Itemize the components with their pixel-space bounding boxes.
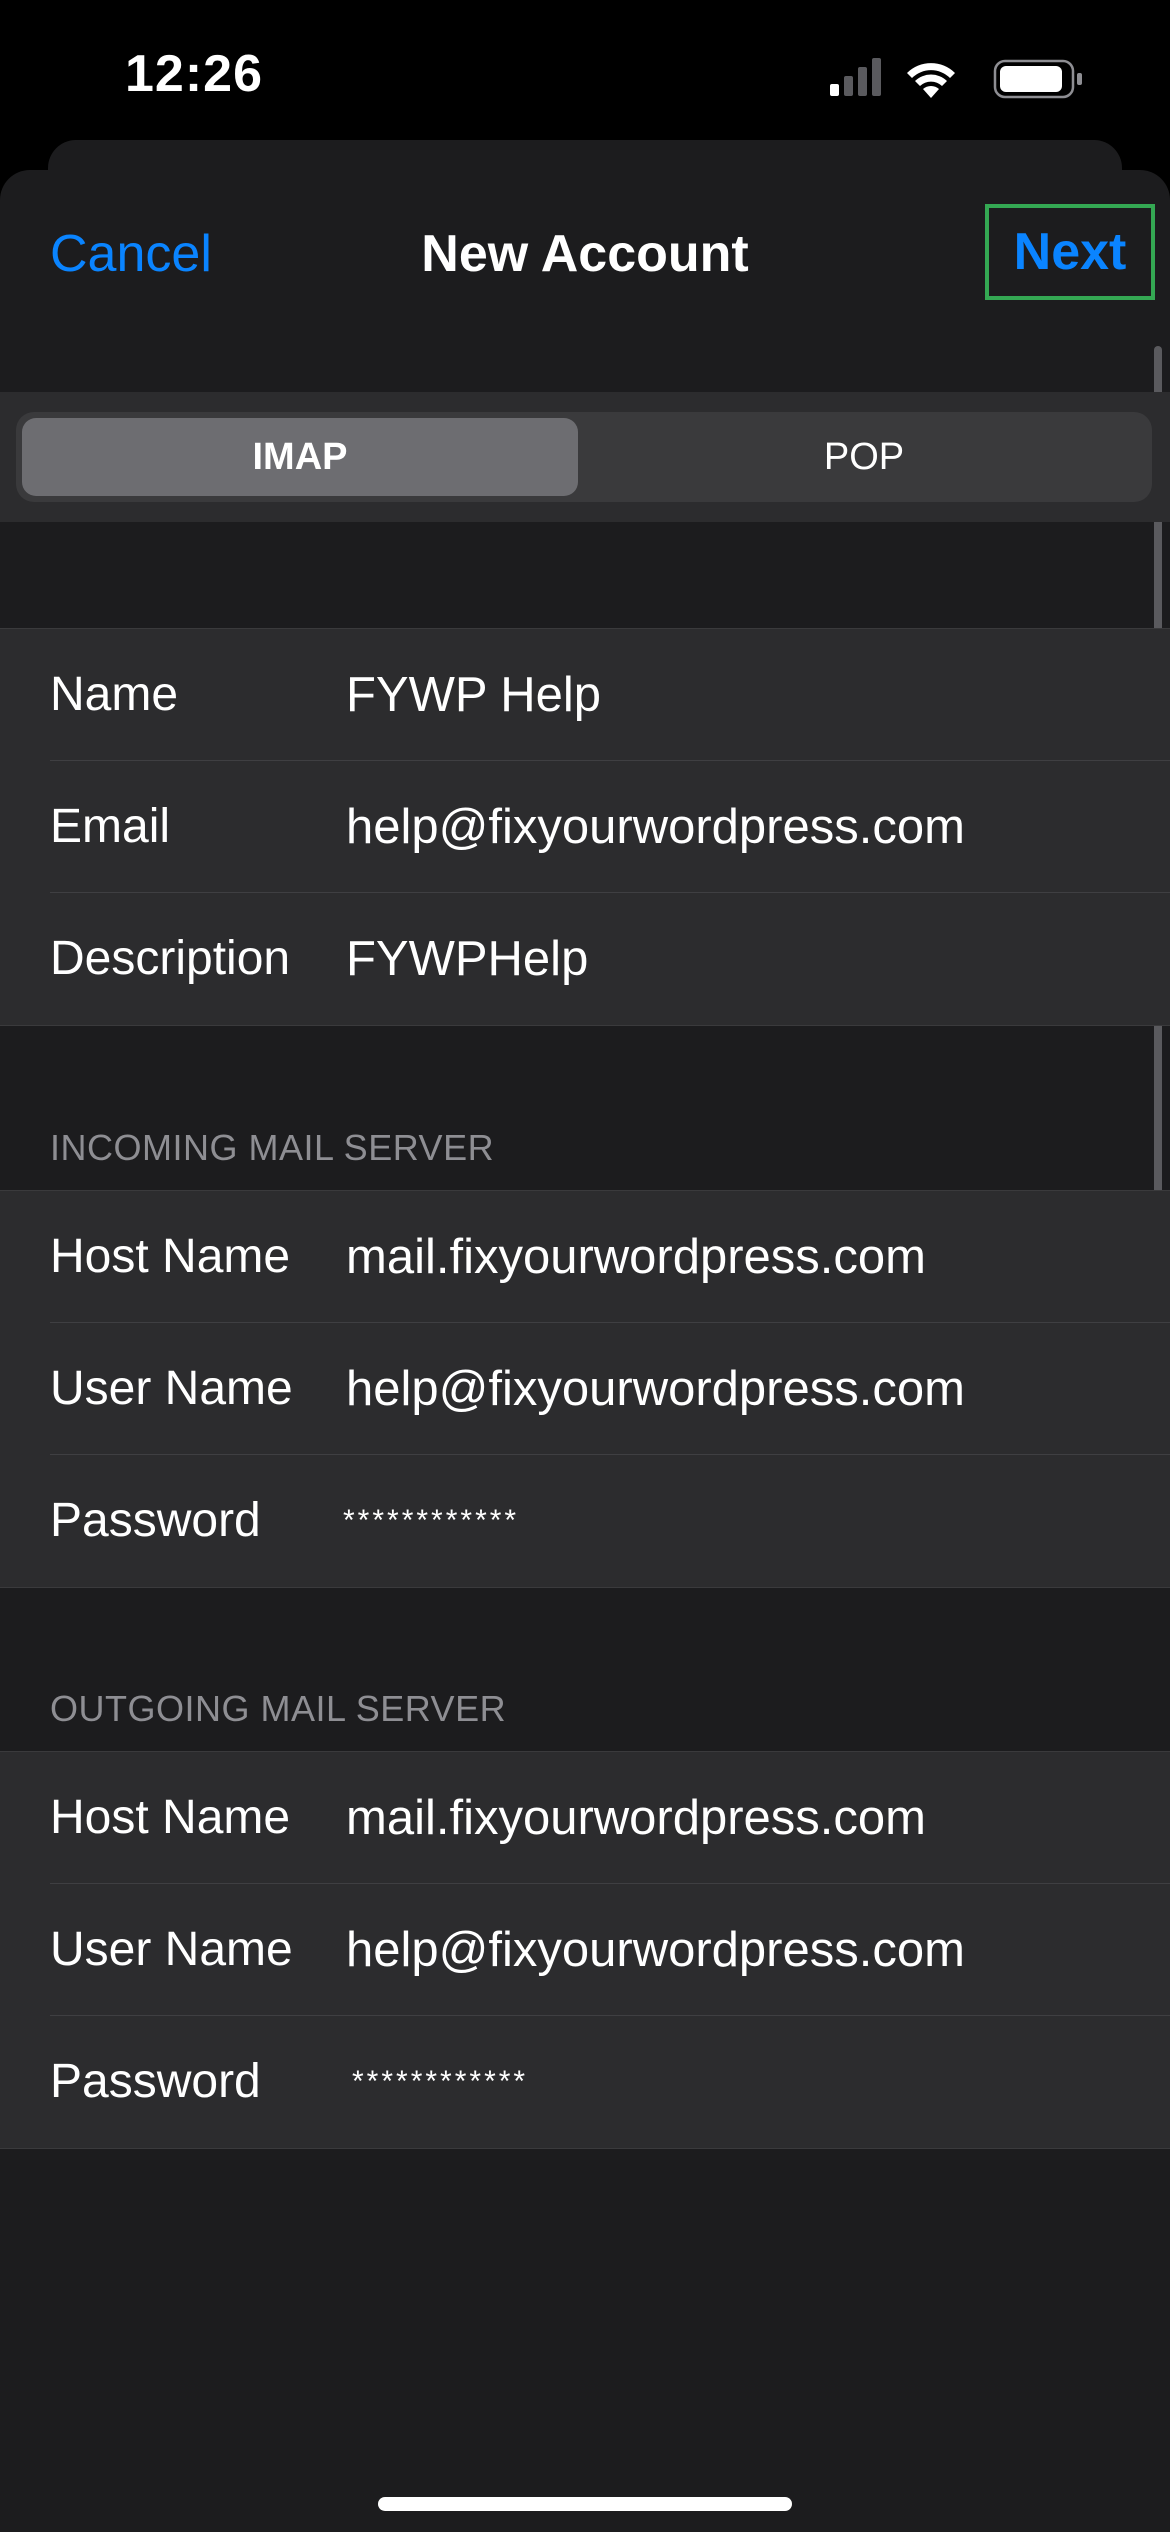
incoming-server-group: Host Name mail.fixyourwordpress.com User… bbox=[0, 1190, 1170, 1588]
incoming-host-field[interactable]: mail.fixyourwordpress.com bbox=[346, 1191, 926, 1323]
incoming-user-label: User Name bbox=[50, 1362, 293, 1415]
home-indicator[interactable] bbox=[378, 2497, 792, 2511]
cancel-button[interactable]: Cancel bbox=[50, 224, 212, 284]
email-label: Email bbox=[50, 800, 171, 853]
outgoing-host-row[interactable]: Host Name mail.fixyourwordpress.com bbox=[0, 1752, 1170, 1884]
next-button[interactable]: Next bbox=[985, 204, 1155, 300]
outgoing-host-field[interactable]: mail.fixyourwordpress.com bbox=[346, 1752, 926, 1884]
outgoing-mail-server-header: OUTGOING MAIL SERVER bbox=[50, 1688, 507, 1729]
incoming-user-field[interactable]: help@fixyourwordpress.com bbox=[346, 1323, 965, 1455]
description-field[interactable]: FYWPHelp bbox=[346, 893, 588, 1025]
name-label: Name bbox=[50, 668, 179, 721]
battery-icon bbox=[993, 59, 1082, 99]
status-icons bbox=[830, 56, 1090, 100]
incoming-password-label: Password bbox=[50, 1494, 261, 1547]
outgoing-user-field[interactable]: help@fixyourwordpress.com bbox=[346, 1884, 965, 2016]
incoming-host-row[interactable]: Host Name mail.fixyourwordpress.com bbox=[0, 1191, 1170, 1323]
outgoing-user-label: User Name bbox=[50, 1923, 293, 1976]
outgoing-password-field[interactable]: ************ bbox=[352, 2016, 528, 2148]
status-time: 12:26 bbox=[125, 45, 263, 103]
email-row[interactable]: Email help@fixyourwordpress.com bbox=[0, 761, 1170, 893]
account-info-group: Name FYWP Help Email help@fixyourwordpre… bbox=[0, 628, 1170, 1026]
description-label: Description bbox=[50, 932, 291, 985]
outgoing-server-group: Host Name mail.fixyourwordpress.com User… bbox=[0, 1751, 1170, 2149]
name-row[interactable]: Name FYWP Help bbox=[0, 629, 1170, 761]
outgoing-host-label: Host Name bbox=[50, 1791, 291, 1844]
outgoing-password-label: Password bbox=[50, 2055, 261, 2108]
incoming-user-row[interactable]: User Name help@fixyourwordpress.com bbox=[0, 1323, 1170, 1455]
segment-pop[interactable]: POP bbox=[586, 418, 1142, 496]
email-field[interactable]: help@fixyourwordpress.com bbox=[346, 761, 965, 893]
new-account-sheet: Cancel New Account Next IMAP POP Name FY… bbox=[0, 170, 1170, 2532]
outgoing-password-row[interactable]: Password ************ bbox=[0, 2016, 1170, 2148]
wifi-icon bbox=[907, 63, 955, 98]
description-row[interactable]: Description FYWPHelp bbox=[0, 893, 1170, 1025]
incoming-password-field[interactable]: ************ bbox=[343, 1455, 519, 1587]
navigation-bar: Cancel New Account Next bbox=[0, 170, 1170, 340]
segment-imap[interactable]: IMAP bbox=[22, 418, 578, 496]
incoming-password-row[interactable]: Password ************ bbox=[0, 1455, 1170, 1587]
name-field[interactable]: FYWP Help bbox=[346, 629, 601, 761]
outgoing-user-row[interactable]: User Name help@fixyourwordpress.com bbox=[0, 1884, 1170, 2016]
account-type-segmented-control: IMAP POP bbox=[16, 412, 1152, 502]
cellular-signal-icon bbox=[830, 58, 881, 96]
incoming-host-label: Host Name bbox=[50, 1230, 291, 1283]
incoming-mail-server-header: INCOMING MAIL SERVER bbox=[50, 1127, 495, 1168]
